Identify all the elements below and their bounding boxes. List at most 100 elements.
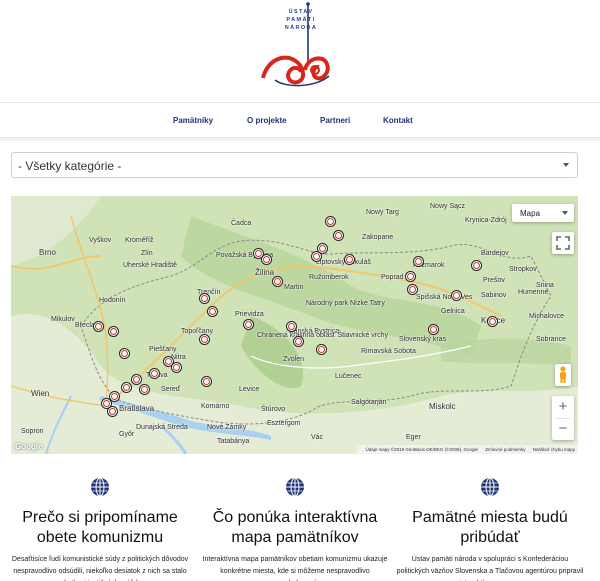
map-label-snina: Snina [536,282,554,289]
column-text: Desaťtisíce ľudí komunistické súdy z pol… [11,556,189,581]
map-marker[interactable] [107,406,118,417]
pegman-icon [560,366,566,383]
map-label-sered: Sereď [161,386,181,393]
info-column-why: Prečo si pripomíname obete komunizmu Des… [5,477,195,581]
column-text: Ústav pamäti národa v spolupráci s Konfe… [396,556,584,581]
nav-kontakt[interactable]: Kontakt [383,116,413,125]
logo-line-2: PAMÄTI [286,17,316,23]
map-marker[interactable] [139,384,150,395]
map-label-sabinov: Sabinov [481,292,507,299]
map-marker[interactable] [199,293,210,304]
map-label-topolcany: Topoľčany [181,328,214,335]
map-marker[interactable] [108,326,119,337]
map-marker[interactable] [93,321,104,332]
attribution-terms[interactable]: Zmluvné podmienky [485,447,525,452]
category-select-value: - Všetky kategórie - [18,159,122,173]
map-label-lucenec: Lučenec [335,373,362,380]
map-marker[interactable] [487,316,498,327]
map-marker[interactable] [413,256,424,267]
map-label-kromeriz: Kroměříž [125,237,154,244]
column-title: Prečo si pripomíname obete komunizmu [22,509,178,546]
map-label-presov: Prešov [483,277,505,284]
category-select[interactable]: - Všetky kategórie - [11,152,578,178]
map-label-zvolen: Zvolen [283,356,305,363]
fullscreen-icon [556,236,570,250]
map-label-martin: Martin [284,284,304,291]
map-label-nove-zamky: Nové Zámky [207,424,247,431]
map-marker[interactable] [428,324,439,335]
globe-icon [481,477,499,497]
logo-line-1: ÚSTAV [288,9,314,15]
chevron-down-icon [562,211,568,215]
zoom-out-button[interactable]: − [552,418,574,440]
map-label-prievidza: Prievidza [235,311,264,318]
map-marker[interactable] [407,284,418,295]
map-marker[interactable] [316,344,327,355]
map-label-nowy-targ: Nowy Targ [366,209,399,216]
map-marker[interactable] [121,382,132,393]
map-marker[interactable] [325,216,336,227]
map-marker[interactable] [261,254,272,265]
map-label-mikulov: Mikulov [51,316,75,323]
attribution-report[interactable]: Nahlásiť chybu mapy [533,447,575,452]
nav-o-projekte[interactable]: O projekte [247,116,287,125]
map-marker[interactable] [149,368,160,379]
map-marker[interactable] [201,376,212,387]
nav-pamatniky[interactable]: Pamätníky [173,116,213,125]
map-marker[interactable] [171,362,182,373]
map-label-slovensky-kras: Slovenský kras [399,336,447,343]
column-text: Interaktívna mapa pamätníkov obetiam kom… [202,556,388,581]
info-column-what: Čo ponúka interaktívna mapa pamätníkov I… [200,477,390,581]
map-label-wien: Wien [31,389,50,398]
map-marker[interactable] [405,271,416,282]
globe-icon [91,477,109,497]
map-label-sobrance: Sobrance [536,336,566,343]
map-marker[interactable] [333,230,344,241]
zoom-in-button[interactable]: + [552,396,574,418]
map-marker[interactable] [293,336,304,347]
map-marker[interactable] [471,260,482,271]
map-label-zilina: Žilina [255,268,275,277]
map-label-esztergom: Esztergom [267,420,301,427]
map-marker[interactable] [286,321,297,332]
map-label-stropkov: Stropkov [509,266,537,273]
map-marker[interactable] [344,254,355,265]
map-label-bardejov: Bardejov [481,250,509,257]
map-label-vyskov: Vyškov [89,237,112,244]
map-label-michalovce: Michalovce [529,313,565,320]
map-label-sopron: Sopron [21,428,44,435]
map-marker[interactable] [243,319,254,330]
zoom-control: + − [552,396,574,440]
map-type-label: Mapa [520,209,541,218]
map-type-select[interactable]: Mapa [512,204,574,222]
map-label-tatabanya: Tatabánya [217,438,250,445]
map-marker[interactable] [207,306,218,317]
map-label-piestany: Piešťany [149,346,177,353]
globe-icon [286,477,304,497]
map-marker[interactable] [119,348,130,359]
nav-shadow [0,138,600,141]
column-title: Čo ponúka interaktívna mapa pamätníkov [212,509,378,546]
column-title: Pamätné miesta budú pribúdať [412,509,568,546]
map-label-cadca: Čadca [231,220,252,227]
monuments-map[interactable]: Brno Vyškov Kroměříž Zlín Uherské Hradiš… [11,196,578,454]
map-label-gelnica: Gelnica [441,308,465,315]
map-label-salgotarjan: Salgótarján [351,399,387,406]
street-view-button[interactable] [555,364,571,386]
map-marker[interactable] [131,374,142,385]
info-column-future: Pamätné miesta budú pribúdať Ústav pamät… [395,477,585,581]
map-marker[interactable] [199,334,210,345]
google-logo[interactable]: Google [15,442,43,451]
logo-wordmark: ÚSTAV PAMÄTI NÁRODA [276,8,326,32]
map-marker[interactable] [272,276,283,287]
map-label-nowy-sacz: Nowy Sącz [430,203,466,210]
map-label-ruzomberok: Ružomberok [309,274,349,281]
fullscreen-button[interactable] [552,232,574,254]
map-label-zakopane: Zakopane [362,234,394,241]
map-marker[interactable] [451,290,462,301]
main-nav: Pamätníky O projekte Partneri Kontakt [0,102,600,141]
nav-partneri[interactable]: Partneri [320,116,350,125]
map-label-nizke-tatry: Národný park Nízke Tatry [306,300,385,307]
map-marker[interactable] [317,243,328,254]
map-label-sturovo: Štúrovo [261,406,286,413]
